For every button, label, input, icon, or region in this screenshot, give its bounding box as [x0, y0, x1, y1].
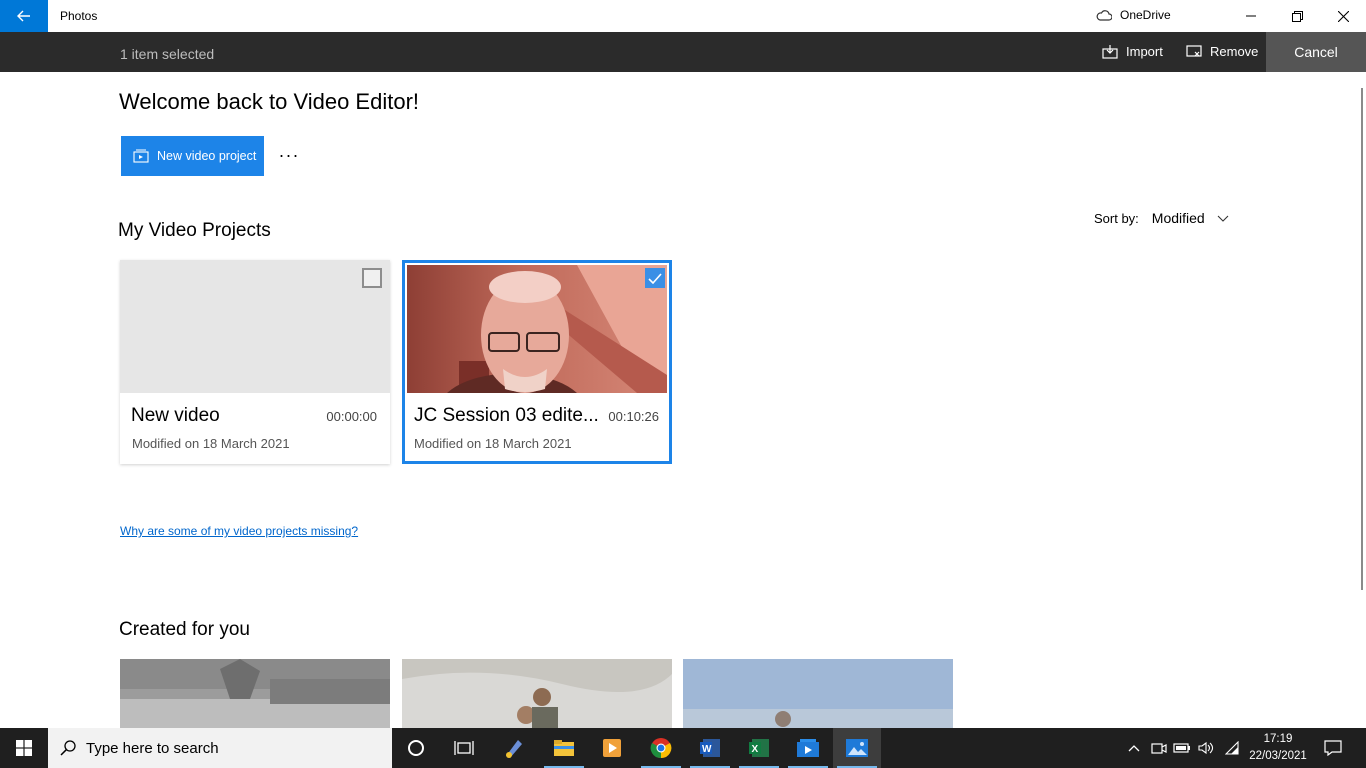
project-card-jc-session[interactable]: JC Session 03 edite... 00:10:26 Modified… [402, 260, 672, 464]
photos-button[interactable] [833, 728, 881, 768]
onedrive-label: OneDrive [1120, 8, 1171, 22]
project-modified: Modified on 18 March 2021 [132, 436, 290, 451]
word-icon: W [700, 739, 720, 757]
project-thumbnail [407, 265, 667, 393]
show-hidden-icons-button[interactable] [1122, 728, 1146, 768]
chevron-up-icon [1128, 745, 1140, 752]
project-duration: 00:00:00 [326, 409, 377, 424]
selection-count: 1 item selected [120, 46, 215, 62]
cancel-button[interactable]: Cancel [1266, 32, 1366, 72]
minimize-icon [1246, 15, 1256, 17]
checkmark-icon [648, 272, 662, 284]
meet-now-button[interactable] [1147, 728, 1171, 768]
back-button[interactable] [0, 0, 48, 32]
clock-time: 17:19 [1263, 733, 1293, 745]
taskbar: Type here to search W X 17:19 22/03/2021 [0, 728, 1366, 768]
import-button[interactable]: Import [1102, 44, 1163, 59]
welcome-heading: Welcome back to Video Editor! [119, 89, 420, 114]
paint-button[interactable] [490, 728, 538, 768]
sort-by-label: Sort by: [1094, 210, 1139, 226]
select-checkbox[interactable] [362, 268, 382, 288]
onedrive-button[interactable]: OneDrive [1096, 8, 1171, 22]
task-view-button[interactable] [440, 728, 488, 768]
excel-icon: X [749, 739, 769, 757]
video-editor-icon [797, 739, 819, 757]
media-player-icon [603, 739, 621, 757]
cortana-button[interactable] [392, 728, 440, 768]
back-arrow-icon [17, 10, 30, 22]
network-button[interactable] [1220, 728, 1244, 768]
wifi-icon [1225, 741, 1239, 755]
excel-button[interactable]: X [735, 728, 783, 768]
taskbar-search-box[interactable]: Type here to search [48, 728, 392, 768]
chrome-button[interactable] [637, 728, 685, 768]
created-for-you-item[interactable] [402, 659, 672, 729]
clock-date: 22/03/2021 [1249, 750, 1307, 762]
select-checkbox-checked[interactable] [645, 268, 665, 288]
project-modified: Modified on 18 March 2021 [414, 436, 572, 451]
video-project-icon [133, 149, 149, 163]
sort-by-dropdown[interactable]: Sort by: Modified [1094, 210, 1229, 226]
cortana-icon [408, 740, 424, 756]
import-label: Import [1126, 44, 1163, 59]
missing-projects-link[interactable]: Why are some of my video projects missin… [120, 524, 358, 538]
created-for-you-item[interactable] [120, 659, 390, 729]
file-explorer-icon [554, 740, 574, 756]
battery-icon [1173, 743, 1190, 753]
new-video-project-button[interactable]: New video project [121, 136, 264, 176]
created-for-you-heading: Created for you [119, 619, 250, 640]
video-thumbnail-image [407, 265, 667, 393]
project-card-new-video[interactable]: New video 00:00:00 Modified on 18 March … [120, 260, 390, 464]
selection-bar: 1 item selected Import Remove Cancel [0, 32, 1366, 72]
title-bar: Photos OneDrive [0, 0, 1366, 32]
volume-icon [1198, 741, 1214, 755]
new-video-project-label: New video project [157, 149, 257, 163]
start-button[interactable] [0, 728, 48, 768]
video-editor-button[interactable] [784, 728, 832, 768]
paint-icon [506, 740, 522, 758]
app-title: Photos [60, 9, 98, 23]
camera-icon [1151, 743, 1167, 754]
my-video-projects-heading: My Video Projects [118, 220, 271, 241]
project-name: JC Session 03 edite... [414, 405, 599, 426]
project-thumbnail [120, 260, 390, 393]
remove-icon [1186, 44, 1202, 57]
snowy-garden-thumbnail [120, 659, 390, 729]
created-for-you-item[interactable] [683, 659, 953, 729]
close-icon [1337, 10, 1349, 22]
more-options-button[interactable]: ··· [276, 142, 302, 168]
windows-logo-icon [16, 740, 32, 756]
battery-button[interactable] [1170, 728, 1194, 768]
restore-button[interactable] [1274, 0, 1320, 32]
sort-by-value: Modified [1151, 210, 1205, 226]
cloud-icon [1096, 9, 1112, 21]
import-icon [1102, 44, 1118, 59]
search-icon [60, 740, 76, 756]
chevron-down-icon [1217, 215, 1229, 222]
minimize-button[interactable] [1228, 0, 1274, 32]
restore-icon [1291, 10, 1303, 22]
close-button[interactable] [1320, 0, 1366, 32]
chrome-icon [650, 738, 672, 759]
photos-icon [846, 739, 868, 757]
task-view-icon [454, 741, 474, 755]
action-center-button[interactable] [1321, 728, 1345, 768]
project-duration: 00:10:26 [608, 409, 659, 424]
word-button[interactable]: W [686, 728, 734, 768]
notification-icon [1324, 740, 1342, 756]
file-explorer-button[interactable] [540, 728, 588, 768]
search-placeholder: Type here to search [86, 739, 219, 757]
svg-text:X: X [752, 744, 759, 755]
remove-button[interactable]: Remove [1186, 44, 1258, 59]
snow-people-thumbnail [402, 659, 672, 729]
media-player-button[interactable] [588, 728, 636, 768]
taskbar-clock[interactable]: 17:19 22/03/2021 [1244, 731, 1312, 765]
volume-button[interactable] [1194, 728, 1218, 768]
remove-label: Remove [1210, 44, 1259, 59]
scrollbar[interactable] [1361, 88, 1363, 590]
svg-text:W: W [702, 744, 712, 755]
sky-thumbnail [683, 659, 953, 729]
project-name: New video [131, 405, 220, 426]
